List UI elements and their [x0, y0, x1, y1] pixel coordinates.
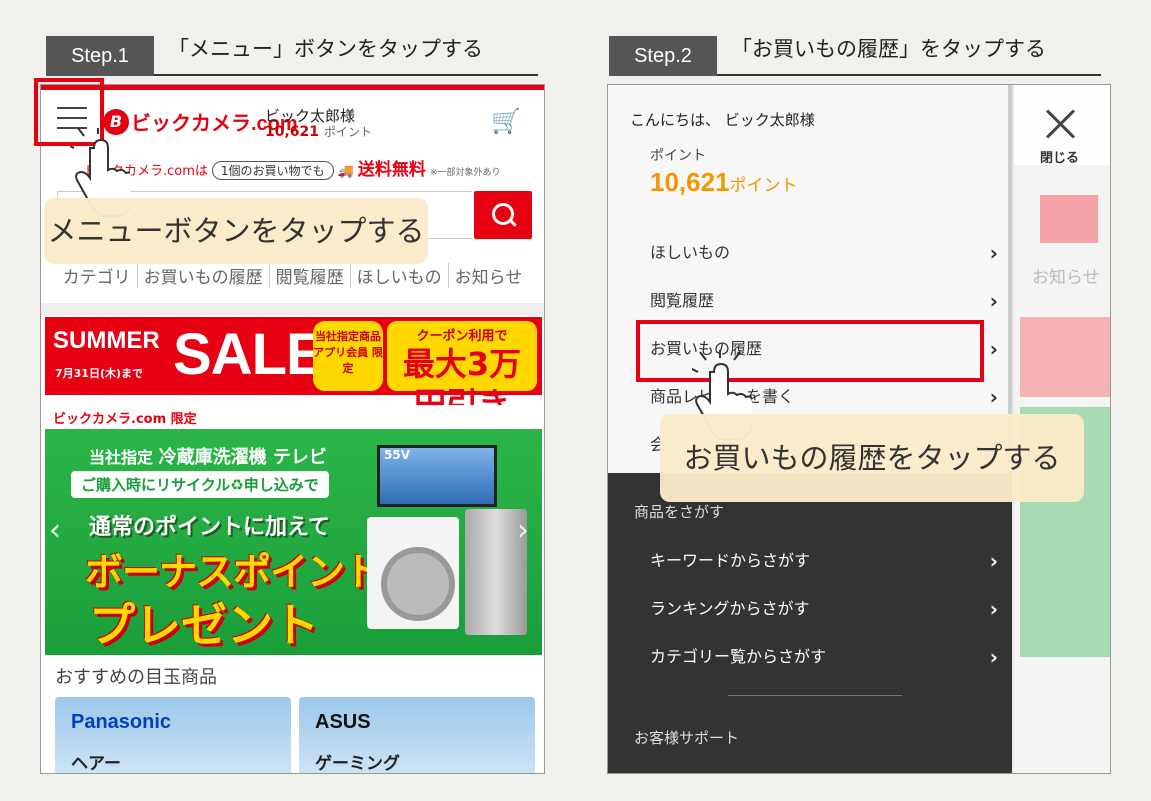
banner-sale-text: SALE: [173, 322, 325, 387]
tab-wishlist[interactable]: ほしいもの: [351, 263, 449, 288]
step2-callout: お買いもの履歴をタップする: [660, 414, 1084, 502]
tab-news[interactable]: お知らせ: [449, 263, 529, 288]
purchase-history-highlight: [636, 320, 984, 382]
chevron-right-icon: ›: [989, 289, 998, 313]
close-icon[interactable]: [1044, 107, 1076, 139]
promo-line5: プレゼント: [89, 598, 319, 652]
promo-line4: ボーナスポイント: [85, 550, 382, 594]
step1-callout: メニューボタンをタップする: [44, 198, 428, 264]
menu-item-category-search[interactable]: カテゴリー覧からさがす ›: [608, 633, 1012, 681]
menu-item-wishlist[interactable]: ほしいもの ›: [608, 229, 1012, 277]
promo-line3: 通常のポイントに加えて: [89, 515, 330, 540]
chevron-right-icon: ›: [989, 241, 998, 265]
cart-icon[interactable]: 🛒: [491, 107, 521, 135]
banner-summer-text: SUMMER: [53, 327, 160, 354]
divider: [728, 695, 902, 696]
carousel-next-icon[interactable]: ›: [517, 513, 529, 548]
bonus-point-banner[interactable]: ビックカメラ.com 限定 当社指定 冷蔵庫洗濯機 テレビ ご購入時にリサイクル…: [45, 405, 542, 655]
chevron-right-icon: ›: [989, 645, 998, 669]
chevron-right-icon: ›: [989, 337, 998, 361]
top-accent-bar: [41, 85, 544, 90]
summer-sale-banner[interactable]: SUMMER SALE 7月31日(木)まで 当社指定商品 アプリ会員 限定 ク…: [45, 317, 542, 423]
divider: [41, 303, 544, 315]
carousel-prev-icon[interactable]: ‹: [49, 513, 61, 548]
step2-tag: Step.2: [609, 36, 717, 76]
background-news-tab: お知らせ: [1032, 268, 1100, 288]
background-sale-banner: [1020, 317, 1110, 397]
featured-title: おすすめの目玉商品: [55, 667, 217, 688]
tab-category[interactable]: カテゴリ: [57, 263, 138, 288]
product-card[interactable]: Panasonic ヘアー: [55, 697, 291, 774]
menu-item-keyword-search[interactable]: キーワードからさがす ›: [608, 537, 1012, 585]
menu-item-ranking-search[interactable]: ランキングからさがす ›: [608, 585, 1012, 633]
card-subtitle: ヘアー: [71, 754, 121, 774]
banner-member-badge: 当社指定商品 アプリ会員 限定: [313, 321, 383, 391]
promo-products: 当社指定 冷蔵庫洗濯機 テレビ: [89, 447, 327, 468]
menu-item-browse-history[interactable]: 閲覧履歴 ›: [608, 277, 1012, 325]
search-menu-section: 商品をさがす キーワードからさがす › ランキングからさがす › カテゴリー覧からさ…: [608, 473, 1012, 773]
chevron-right-icon: ›: [989, 549, 998, 573]
product-card[interactable]: ASUS ゲーミング: [299, 697, 535, 774]
search-button[interactable]: [474, 191, 532, 239]
step1-tag: Step.1: [46, 36, 154, 76]
washing-machine-image: [367, 517, 459, 629]
card-brand: Panasonic: [71, 711, 172, 733]
promo-recycle: ご購入時にリサイクル♻申し込みで: [71, 471, 329, 498]
step2-caption: 「お買いもの履歴」をタップする: [717, 36, 1101, 76]
banner-date: 7月31日(木)まで: [55, 367, 144, 380]
section-title-support[interactable]: お客様サポート: [634, 727, 739, 748]
points-value: 10,621ポイント: [650, 167, 798, 197]
points-label: ポイント: [650, 148, 706, 164]
chevron-right-icon: ›: [989, 597, 998, 621]
step1-caption: 「メニュー」ボタンをタップする: [154, 36, 538, 76]
tab-browse-history[interactable]: 閲覧履歴: [270, 263, 351, 288]
card-subtitle: ゲーミング: [315, 754, 400, 774]
close-label[interactable]: 閉じる: [1040, 147, 1079, 166]
tv-image: 55V: [377, 445, 497, 507]
background-search-button: [1040, 195, 1098, 243]
banner-coupon: クーポン利用で 最大3万円引き: [387, 321, 537, 423]
card-brand: ASUS: [315, 711, 371, 733]
section-title-search: 商品をさがす: [634, 503, 725, 521]
user-points: 10,621 ポイント: [265, 124, 372, 140]
tab-purchase-history[interactable]: お買いもの履歴: [138, 263, 270, 288]
free-shipping-banner: ビックカメラ.comは 1個のお買い物でも 🚚 送料無料 ※一部対象外あり: [85, 160, 501, 180]
quick-nav-tabs: カテゴリ お買いもの履歴 閲覧履歴 ほしいもの お知らせ: [41, 263, 544, 288]
greeting: こんにちは、 ビック太郎様: [630, 111, 815, 129]
promo-limited-label: ビックカメラ.com 限定: [45, 405, 542, 429]
